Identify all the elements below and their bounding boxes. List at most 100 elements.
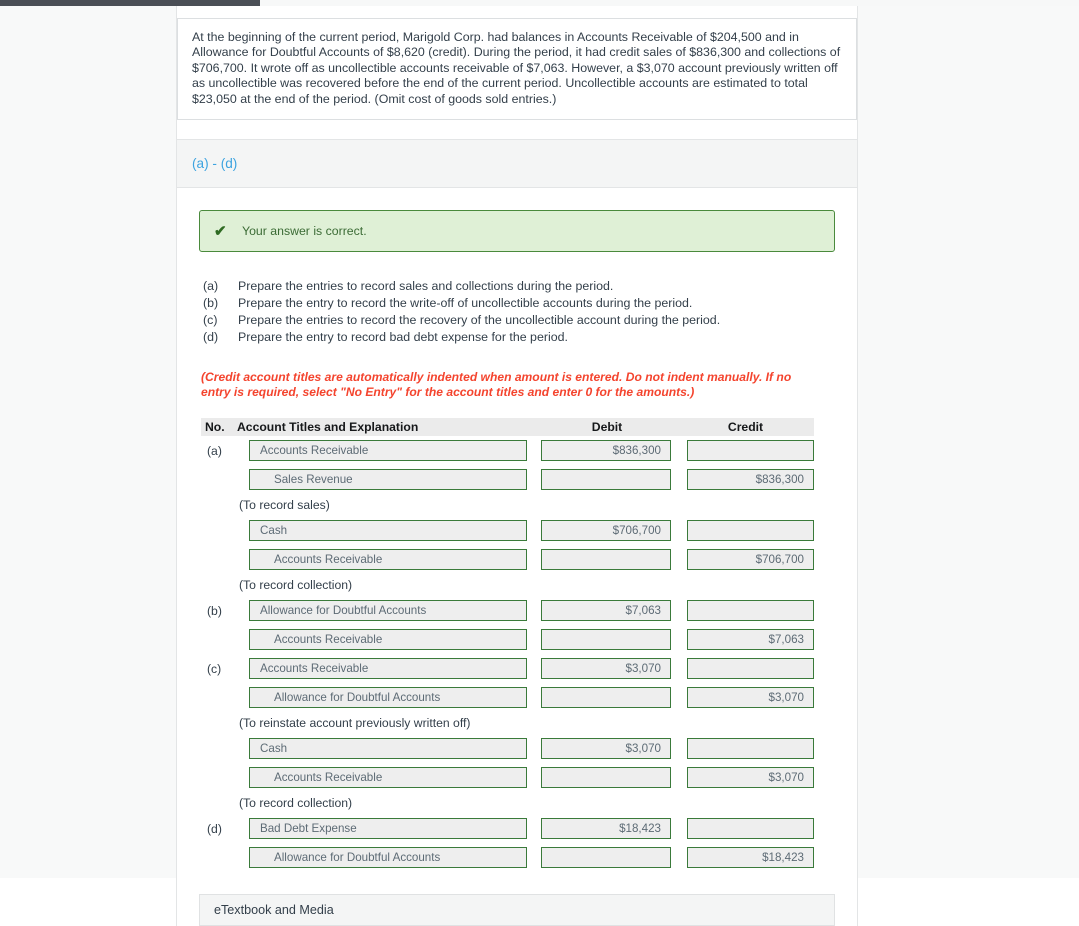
debit-amount-input[interactable]	[541, 629, 671, 651]
requirement-letter: (c)	[203, 313, 218, 328]
journal-entry-row: (a) Accounts Receivable $836,300	[201, 436, 814, 465]
journal-account-cell: Sales Revenue	[237, 469, 537, 491]
debit-amount-input[interactable]	[541, 767, 671, 789]
credit-amount-input[interactable]: $18,423	[687, 847, 814, 869]
journal-account-cell: Cash	[237, 520, 537, 542]
account-title-input[interactable]: Accounts Receivable	[249, 767, 527, 789]
journal-row-number: (d)	[207, 821, 222, 836]
column-header-credit: Credit	[727, 420, 764, 435]
account-title-input[interactable]: Cash	[249, 520, 527, 542]
journal-account-cell: Allowance for Doubtful Accounts	[237, 847, 537, 869]
account-title-input[interactable]: Cash	[249, 738, 527, 760]
debit-amount-input[interactable]: $3,070	[541, 738, 671, 760]
account-title-input[interactable]: Sales Revenue	[249, 469, 527, 491]
credit-amount-input[interactable]: $3,070	[687, 767, 814, 789]
journal-entry-row: (c) Accounts Receivable $3,070	[201, 654, 814, 683]
account-title-input[interactable]: Accounts Receivable	[249, 658, 527, 680]
requirement-text: Prepare the entries to record the recove…	[238, 313, 721, 328]
journal-explanation-row: (To record collection)	[201, 792, 814, 814]
credit-amount-input[interactable]: $836,300	[687, 469, 814, 491]
requirement-text: Prepare the entries to record sales and …	[238, 279, 614, 294]
checkmark-icon: ✔	[214, 223, 227, 241]
journal-debit-cell: $3,070	[537, 738, 677, 760]
requirement-text: Prepare the entry to record bad debt exp…	[238, 330, 568, 345]
journal-credit-cell	[677, 658, 814, 680]
journal-debit-cell	[537, 469, 677, 491]
section-link-a-d[interactable]: (a) - (d)	[192, 156, 237, 171]
journal-entry-row: Cash $3,070	[201, 734, 814, 763]
requirement-text: Prepare the entry to record the write-of…	[238, 296, 693, 311]
journal-credit-cell: $3,070	[677, 767, 814, 789]
account-title-input[interactable]: Accounts Receivable	[249, 440, 527, 462]
answer-banner-wrap: ✔ Your answer is correct.	[177, 188, 857, 253]
debit-amount-input[interactable]	[541, 469, 671, 491]
requirement-row: (c) Prepare the entries to record the rec…	[203, 312, 857, 329]
journal-row-number: (a)	[207, 443, 222, 458]
journal-table-body: (a) Accounts Receivable $836,300 Sales Reve…	[201, 436, 814, 872]
journal-explanation-row: (To record collection)	[201, 574, 814, 596]
debit-amount-input[interactable]: $7,063	[541, 600, 671, 622]
requirement-row: (a) Prepare the entries to record sales a…	[203, 278, 857, 295]
account-title-input[interactable]: Allowance for Doubtful Accounts	[249, 687, 527, 709]
account-title-input[interactable]: Bad Debt Expense	[249, 818, 527, 840]
column-header-account: Account Titles and Explanation	[237, 420, 419, 435]
journal-account-cell: Accounts Receivable	[237, 629, 537, 651]
credit-amount-input[interactable]	[687, 520, 814, 542]
journal-debit-cell: $7,063	[537, 600, 677, 622]
debit-amount-input[interactable]	[541, 549, 671, 571]
journal-entry-table: No. Account Titles and Explanation Debit…	[201, 418, 814, 872]
journal-account-cell: Accounts Receivable	[237, 549, 537, 571]
account-title-input[interactable]: Allowance for Doubtful Accounts	[249, 847, 527, 869]
problem-statement: At the beginning of the current period, …	[177, 18, 857, 121]
credit-amount-input[interactable]: $7,063	[687, 629, 814, 651]
credit-amount-input[interactable]	[687, 440, 814, 462]
section-header-bar: (a) - (d)	[177, 139, 857, 189]
journal-entry-row: (b) Allowance for Doubtful Accounts $7,063	[201, 596, 814, 625]
credit-amount-input[interactable]	[687, 818, 814, 840]
journal-account-cell: Accounts Receivable	[237, 440, 537, 462]
debit-amount-input[interactable]	[541, 847, 671, 869]
journal-debit-cell	[537, 687, 677, 709]
journal-entry-row: Accounts Receivable $7,063	[201, 625, 814, 654]
journal-credit-cell: $836,300	[677, 469, 814, 491]
answer-correct-message: Your answer is correct.	[242, 224, 367, 239]
etextbook-wrap: eTextbook and Media	[177, 872, 857, 926]
requirement-letter: (a)	[203, 279, 219, 294]
journal-entry-row: Cash $706,700	[201, 516, 814, 545]
credit-amount-input[interactable]	[687, 658, 814, 680]
content-column: At the beginning of the current period, …	[176, 6, 858, 926]
debit-amount-input[interactable]: $706,700	[541, 520, 671, 542]
journal-explanation-text: (To record collection)	[239, 578, 353, 593]
journal-credit-cell: $7,063	[677, 629, 814, 651]
journal-explanation-row: (To record sales)	[201, 494, 814, 516]
requirement-letter: (b)	[203, 296, 219, 311]
journal-entry-row: Allowance for Doubtful Accounts $3,070	[201, 683, 814, 712]
journal-debit-cell: $706,700	[537, 520, 677, 542]
credit-amount-input[interactable]	[687, 600, 814, 622]
account-title-input[interactable]: Accounts Receivable	[249, 629, 527, 651]
account-title-input[interactable]: Allowance for Doubtful Accounts	[249, 600, 527, 622]
journal-credit-cell: $3,070	[677, 687, 814, 709]
debit-amount-input[interactable]: $3,070	[541, 658, 671, 680]
account-title-input[interactable]: Accounts Receivable	[249, 549, 527, 571]
credit-amount-input[interactable]	[687, 738, 814, 760]
journal-credit-cell: $706,700	[677, 549, 814, 571]
debit-amount-input[interactable]: $836,300	[541, 440, 671, 462]
journal-credit-cell	[677, 440, 814, 462]
journal-table-header: No. Account Titles and Explanation Debit…	[201, 418, 814, 437]
etextbook-label: eTextbook and Media	[214, 903, 334, 918]
journal-debit-cell: $836,300	[537, 440, 677, 462]
journal-account-cell: Allowance for Doubtful Accounts	[237, 600, 537, 622]
credit-amount-input[interactable]: $706,700	[687, 549, 814, 571]
journal-account-cell: Accounts Receivable	[237, 658, 537, 680]
debit-amount-input[interactable]: $18,423	[541, 818, 671, 840]
journal-entry-row: (d) Bad Debt Expense $18,423	[201, 814, 814, 843]
journal-debit-cell	[537, 767, 677, 789]
etextbook-and-media-bar[interactable]: eTextbook and Media	[199, 894, 835, 926]
journal-account-cell: Accounts Receivable	[237, 767, 537, 789]
journal-explanation-row: (To reinstate account previously written…	[201, 712, 814, 734]
debit-amount-input[interactable]	[541, 687, 671, 709]
credit-amount-input[interactable]: $3,070	[687, 687, 814, 709]
journal-explanation-text: (To reinstate account previously written…	[239, 716, 471, 731]
column-header-debit: Debit	[591, 420, 623, 435]
